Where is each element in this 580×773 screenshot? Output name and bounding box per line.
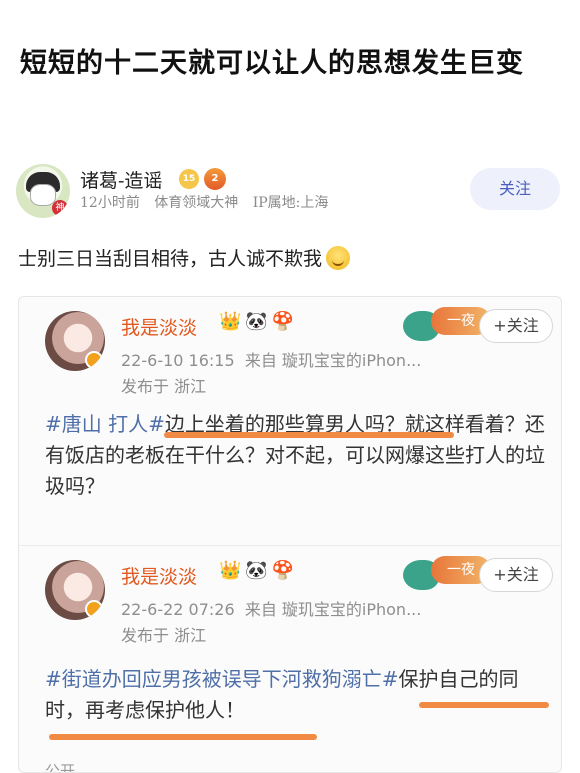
weibo-avatar[interactable] <box>45 311 105 371</box>
post-body: 士别三日当刮目相待，古人诚不欺我 <box>18 244 351 271</box>
weibo-date-value: 22-6-10 16:15 <box>121 351 235 370</box>
vip-icon <box>85 351 103 369</box>
follow-button[interactable]: 关注 <box>470 168 560 210</box>
weibo-avatar[interactable] <box>45 560 105 620</box>
weibo-hashtag[interactable]: #街道办回应男孩被误导下河救狗溺亡# <box>45 667 399 691</box>
weibo-username[interactable]: 我是淡淡 <box>121 313 197 340</box>
medal-badge-icon: 2 <box>204 168 226 190</box>
level-badge-icon: 15 <box>179 169 199 189</box>
weibo-badge-icons: 👑🐼🍄 <box>219 560 299 581</box>
highlight-underline <box>49 734 317 740</box>
weibo-username[interactable]: 我是淡淡 <box>121 562 197 589</box>
highlight-underline <box>419 702 549 708</box>
weibo-text: #街道办回应男孩被误导下河救狗溺亡#保护自己的同时，再考虑保护他人！ <box>45 664 545 726</box>
author-avatar[interactable]: 神 <box>16 164 70 218</box>
weibo-date-value: 22-6-22 07:26 <box>121 600 235 619</box>
avatar-face <box>30 184 56 206</box>
author-row: 神 诸葛-造谣 15 2 12小时前 体育领域大神 IP属地:上海 关注 <box>16 160 564 220</box>
post-body-text: 士别三日当刮目相待，古人诚不欺我 <box>18 248 323 270</box>
weibo-location: 发布于 浙江 <box>121 377 207 396</box>
god-badge-icon: 神 <box>52 200 68 216</box>
weibo-date: 22-6-22 07:26 来自 璇玑宝宝的iPhon... <box>121 596 421 620</box>
weibo-source: 来自 璇玑宝宝的iPhon... <box>244 600 422 619</box>
visibility-label: 公开 <box>45 762 76 773</box>
vip-icon <box>85 600 103 618</box>
embedded-screenshot: 我是淡淡 👑🐼🍄 22-6-10 16:15 来自 璇玑宝宝的iPhon... … <box>18 296 562 773</box>
smile-emoji-icon <box>326 246 351 270</box>
weibo-follow-button[interactable]: +关注 <box>479 309 553 343</box>
author-name[interactable]: 诸葛-造谣 <box>80 166 162 193</box>
weibo-source: 来自 璇玑宝宝的iPhon... <box>244 351 422 370</box>
weibo-post-2: 我是淡淡 👑🐼🍄 22-6-22 07:26 来自 璇玑宝宝的iPhon... … <box>19 545 561 773</box>
author-meta: 12小时前 体育领域大神 IP属地:上海 <box>80 192 338 212</box>
post-time: 12小时前 <box>80 195 140 211</box>
weibo-post-1: 我是淡淡 👑🐼🍄 22-6-10 16:15 来自 璇玑宝宝的iPhon... … <box>19 297 561 545</box>
ip-location: IP属地:上海 <box>252 195 329 211</box>
weibo-text: #唐山 打人#边上坐着的那些算男人吗？就这样看着？还有饭店的老板在干什么？对不起… <box>45 409 545 502</box>
weibo-badge-icons: 👑🐼🍄 <box>219 311 299 332</box>
post-title: 短短的十二天就可以让人的思想发生巨变 <box>20 48 524 79</box>
highlight-underline <box>164 432 454 438</box>
weibo-location: 发布于 浙江 <box>121 626 207 645</box>
weibo-hashtag[interactable]: #唐山 打人# <box>45 412 165 436</box>
weibo-follow-button[interactable]: +关注 <box>479 558 553 592</box>
author-tag: 体育领域大神 <box>154 195 239 211</box>
weibo-date: 22-6-10 16:15 来自 璇玑宝宝的iPhon... <box>121 347 421 371</box>
